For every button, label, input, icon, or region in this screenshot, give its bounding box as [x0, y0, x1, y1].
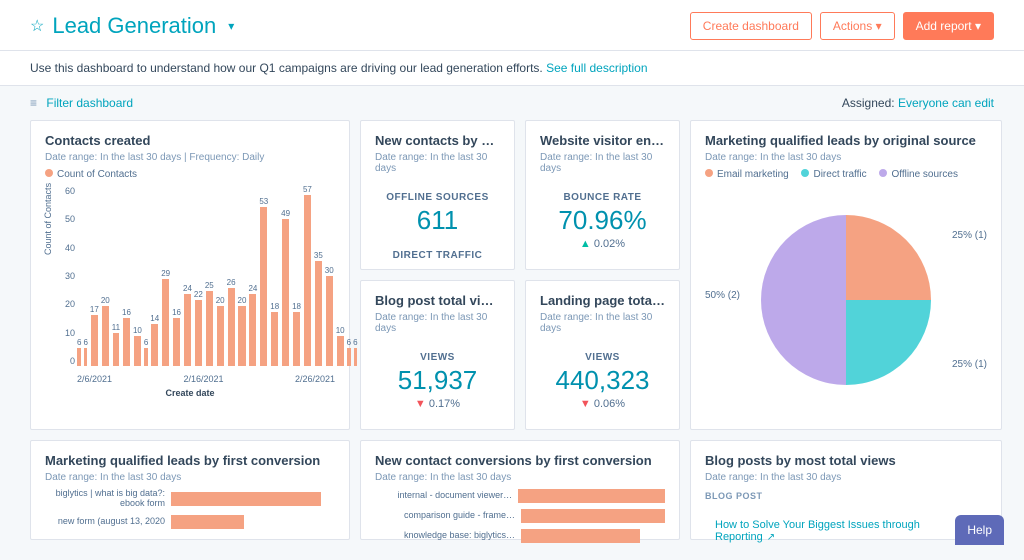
- y-axis: 6050403020100: [57, 186, 75, 366]
- pie: [761, 215, 931, 385]
- header-actions: Create dashboard Actions ▾ Add report ▾: [690, 12, 994, 40]
- legend-a: Email marketing: [717, 169, 789, 180]
- external-link-icon: ↗: [767, 532, 775, 543]
- down-arrow-icon: ▼: [415, 398, 426, 410]
- delta-value: 0.02%: [594, 238, 625, 250]
- filter-area[interactable]: ≡ Filter dashboard: [30, 96, 133, 110]
- legend-c: Offline sources: [891, 169, 958, 180]
- card-new-contact-conversions[interactable]: New contact conversions by first convers…: [360, 440, 680, 540]
- blog-post-link[interactable]: How to Solve Your Biggest Issues through…: [705, 511, 987, 551]
- x-axis-title: Create date: [45, 388, 335, 398]
- y-axis-label: Count of Contacts: [43, 183, 53, 255]
- assigned-value[interactable]: Everyone can edit: [898, 96, 994, 110]
- description-bar: Use this dashboard to understand how our…: [0, 51, 1024, 86]
- card-meta: Date range: In the last 30 days: [540, 152, 665, 174]
- subheader: ≡ Filter dashboard Assigned: Everyone ca…: [0, 86, 1024, 120]
- delta-value: 0.06%: [594, 398, 625, 410]
- title-area[interactable]: ☆ Lead Generation ▾: [30, 13, 234, 39]
- down-arrow-icon: ▼: [580, 398, 591, 410]
- kpi-delta: ▼ 0.06%: [540, 398, 665, 410]
- card-title: New contacts by sou…: [375, 133, 500, 148]
- pie-label-1: 25% (1): [952, 230, 987, 241]
- blog-link-text: How to Solve Your Biggest Issues through…: [715, 519, 920, 543]
- kpi-label: VIEWS: [375, 352, 500, 363]
- card-meta: Date range: In the last 30 days: [375, 472, 665, 483]
- card-blog-views[interactable]: Blog post total views… Date range: In th…: [360, 280, 515, 430]
- hbar-list: internal - document viewer…comparison gu…: [375, 489, 665, 543]
- kpi-value: 611: [375, 205, 500, 236]
- hbar-list: biglytics | what is big data?: ebook for…: [45, 489, 335, 529]
- kpi-value: 70.96%: [540, 205, 665, 236]
- kpi-delta: ▲ 0.02%: [540, 238, 665, 250]
- card-title: Marketing qualified leads by first conve…: [45, 453, 335, 468]
- card-title: New contact conversions by first convers…: [375, 453, 665, 468]
- card-meta: Date range: In the last 30 days: [705, 472, 987, 483]
- card-meta: Date range: In the last 30 days: [375, 312, 500, 334]
- kpi-label: VIEWS: [540, 352, 665, 363]
- x-axis: 2/6/20212/16/20212/26/2021: [77, 374, 335, 384]
- card-meta: Date range: In the last 30 days: [45, 472, 335, 483]
- kpi-label-2: DIRECT TRAFFIC: [375, 250, 500, 261]
- legend: Email marketing Direct traffic Offline s…: [705, 169, 987, 180]
- blog-tag: BLOG POST: [705, 491, 987, 501]
- dashboard-grid: Contacts created Date range: In the last…: [0, 120, 1024, 560]
- help-button[interactable]: Help: [955, 515, 1004, 545]
- card-title: Blog posts by most total views: [705, 453, 987, 468]
- card-title: Landing page total vi…: [540, 293, 665, 308]
- kpi-label: BOUNCE RATE: [540, 192, 665, 203]
- card-meta: Date range: In the last 30 days | Freque…: [45, 152, 335, 163]
- filter-icon: ≡: [30, 96, 37, 110]
- card-meta: Date range: In the last 30 days: [540, 312, 665, 334]
- card-new-contacts-source[interactable]: New contacts by sou… Date range: In the …: [360, 120, 515, 270]
- pie-label-3: 50% (2): [705, 290, 740, 301]
- add-report-label: Add report: [916, 19, 972, 33]
- kpi-value: 51,937: [375, 365, 500, 396]
- add-report-button[interactable]: Add report ▾: [903, 12, 994, 40]
- legend-label: Count of Contacts: [57, 169, 137, 180]
- kpi-value: 440,323: [540, 365, 665, 396]
- up-arrow-icon: ▲: [580, 238, 591, 250]
- actions-label: Actions: [833, 19, 872, 33]
- see-full-description-link[interactable]: See full description: [546, 61, 647, 75]
- card-mql-first-conversion[interactable]: Marketing qualified leads by first conve…: [30, 440, 350, 540]
- card-meta: Date range: In the last 30 days: [375, 152, 500, 174]
- card-landing-views[interactable]: Landing page total vi… Date range: In th…: [525, 280, 680, 430]
- pie-chart: 25% (1) 25% (1) 50% (2): [705, 190, 987, 410]
- card-title: Website visitor enga…: [540, 133, 665, 148]
- delta-value: 0.17%: [429, 398, 460, 410]
- filter-dashboard-link[interactable]: Filter dashboard: [46, 96, 133, 110]
- kpi-delta: ▼ 0.17%: [375, 398, 500, 410]
- pie-label-2: 25% (1): [952, 359, 987, 370]
- assigned-label: Assigned:: [842, 96, 895, 110]
- assigned-area: Assigned: Everyone can edit: [842, 96, 994, 110]
- card-visitor-engagement[interactable]: Website visitor enga… Date range: In the…: [525, 120, 680, 270]
- create-dashboard-button[interactable]: Create dashboard: [690, 12, 812, 40]
- card-contacts-created[interactable]: Contacts created Date range: In the last…: [30, 120, 350, 430]
- legend-b: Direct traffic: [813, 169, 866, 180]
- actions-button[interactable]: Actions ▾: [820, 12, 895, 40]
- card-title: Marketing qualified leads by original so…: [705, 133, 987, 148]
- card-meta: Date range: In the last 30 days: [705, 152, 987, 163]
- kpi-label: OFFLINE SOURCES: [375, 192, 500, 203]
- card-title: Contacts created: [45, 133, 335, 148]
- header: ☆ Lead Generation ▾ Create dashboard Act…: [0, 0, 1024, 51]
- description-text: Use this dashboard to understand how our…: [30, 61, 543, 75]
- legend: Count of Contacts: [45, 169, 335, 180]
- star-icon[interactable]: ☆: [30, 16, 44, 36]
- page-title: Lead Generation: [52, 13, 216, 39]
- chevron-down-icon[interactable]: ▾: [228, 19, 234, 33]
- bar-chart: Count of Contacts 6050403020100 66172011…: [45, 186, 335, 396]
- card-mql-source[interactable]: Marketing qualified leads by original so…: [690, 120, 1002, 430]
- card-title: Blog post total views…: [375, 293, 500, 308]
- bars: 6617201116106142916242225202620245318491…: [77, 186, 335, 366]
